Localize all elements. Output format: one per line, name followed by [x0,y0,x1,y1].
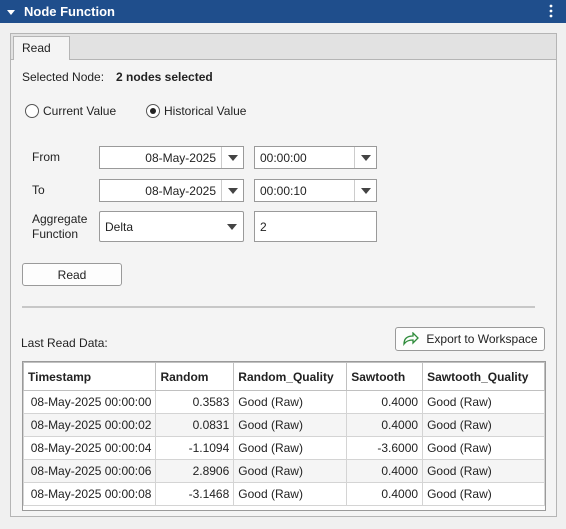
from-time-value: 00:00:00 [260,151,307,165]
cell-sawtooth-quality[interactable]: Good (Raw) [422,413,545,437]
column-header-random[interactable]: Random [155,362,235,391]
table-row[interactable]: 08-May-2025 00:00:08 -3.1468 Good (Raw) … [23,482,545,506]
cell-random[interactable]: 2.8906 [155,459,235,483]
to-time-value: 00:00:10 [260,184,307,198]
table-row[interactable]: 08-May-2025 00:00:02 0.0831 Good (Raw) 0… [23,413,545,437]
cell-timestamp[interactable]: 08-May-2025 00:00:02 [23,413,157,437]
tab-strip: Read [11,34,556,61]
column-header-sawtooth[interactable]: Sawtooth [346,362,424,391]
table-row[interactable]: 08-May-2025 00:00:06 2.8906 Good (Raw) 0… [23,459,545,483]
export-arrow-icon [403,332,420,346]
aggregate-interval-input[interactable]: 2 [254,211,377,242]
cell-timestamp[interactable]: 08-May-2025 00:00:06 [23,459,157,483]
cell-sawtooth[interactable]: 0.4000 [346,413,424,437]
from-date-value: 08-May-2025 [145,151,216,165]
to-date-value: 08-May-2025 [145,184,216,198]
to-label: To [32,183,45,197]
cell-random[interactable]: 0.0831 [155,413,235,437]
results-table: Timestamp Random Random_Quality Sawtooth… [23,362,545,506]
cell-sawtooth-quality[interactable]: Good (Raw) [422,390,545,414]
cell-timestamp[interactable]: 08-May-2025 00:00:00 [23,390,157,414]
cell-sawtooth[interactable]: 0.4000 [346,390,424,414]
current-value-label: Current Value [43,104,117,118]
read-button[interactable]: Read [22,263,122,286]
cell-timestamp[interactable]: 08-May-2025 00:00:04 [23,436,157,460]
cell-sawtooth-quality[interactable]: Good (Raw) [422,459,545,483]
cell-random-quality[interactable]: Good (Raw) [233,390,348,414]
to-date-dropdown-icon[interactable] [221,180,243,201]
table-row[interactable]: 08-May-2025 00:00:04 -1.1094 Good (Raw) … [23,436,545,460]
cell-random[interactable]: -1.1094 [155,436,235,460]
column-header-timestamp[interactable]: Timestamp [23,362,157,391]
cell-random[interactable]: -3.1468 [155,482,235,506]
historical-value-radio-button[interactable] [146,104,160,118]
cell-sawtooth-quality[interactable]: Good (Raw) [422,482,545,506]
aggregate-label-line2: Function [32,227,79,241]
from-date-picker[interactable]: 08-May-2025 [99,146,244,169]
cell-sawtooth[interactable]: 0.4000 [346,459,424,483]
column-header-sawtooth-quality[interactable]: Sawtooth_Quality [422,362,545,391]
cell-sawtooth[interactable]: 0.4000 [346,482,424,506]
tab-read[interactable]: Read [13,36,70,61]
cell-random-quality[interactable]: Good (Raw) [233,482,348,506]
current-value-radio[interactable]: Current Value [25,104,116,118]
to-date-picker[interactable]: 08-May-2025 [99,179,244,202]
read-tab-content: Selected Node: 2 nodes selected Current … [11,60,556,516]
cell-timestamp[interactable]: 08-May-2025 00:00:08 [23,482,157,506]
from-date-dropdown-icon[interactable] [221,147,243,168]
aggregate-dropdown-icon[interactable] [221,212,243,241]
cell-random-quality[interactable]: Good (Raw) [233,459,348,483]
selected-node-value: 2 nodes selected [116,70,213,84]
selected-node-label: Selected Node: [22,70,105,84]
results-table-container[interactable]: Timestamp Random Random_Quality Sawtooth… [22,361,546,511]
to-time-dropdown-icon[interactable] [354,180,376,201]
table-header-row: Timestamp Random Random_Quality Sawtooth… [23,362,545,391]
aggregate-function-value: Delta [105,220,134,234]
cell-random-quality[interactable]: Good (Raw) [233,413,348,437]
aggregate-function-dropdown[interactable]: Delta [99,211,244,242]
export-to-workspace-button[interactable]: Export to Workspace [395,327,545,351]
from-time-dropdown[interactable]: 00:00:00 [254,146,377,169]
panel-titlebar: Node Function [0,0,566,23]
last-read-data-label: Last Read Data: [21,336,108,350]
cell-random[interactable]: 0.3583 [155,390,235,414]
aggregate-label-line1: Aggregate [32,212,88,226]
cell-sawtooth-quality[interactable]: Good (Raw) [422,436,545,460]
column-header-random-quality[interactable]: Random_Quality [233,362,348,391]
historical-value-label: Historical Value [164,104,247,118]
historical-value-radio[interactable]: Historical Value [146,104,246,118]
node-function-panel: Read Selected Node: 2 nodes selected Cur… [10,33,557,517]
from-label: From [32,150,60,164]
from-time-dropdown-icon[interactable] [354,147,376,168]
export-to-workspace-label: Export to Workspace [426,332,538,346]
aggregate-interval-value: 2 [260,220,267,234]
collapse-caret-icon[interactable] [6,7,16,17]
cell-sawtooth[interactable]: -3.6000 [346,436,424,460]
panel-title: Node Function [24,4,115,19]
to-time-dropdown[interactable]: 00:00:10 [254,179,377,202]
current-value-radio-button[interactable] [25,104,39,118]
more-options-icon[interactable] [548,4,554,18]
cell-random-quality[interactable]: Good (Raw) [233,436,348,460]
table-row[interactable]: 08-May-2025 00:00:00 0.3583 Good (Raw) 0… [23,390,545,414]
aggregate-function-label: Aggregate Function [32,212,87,242]
section-divider [22,306,535,308]
